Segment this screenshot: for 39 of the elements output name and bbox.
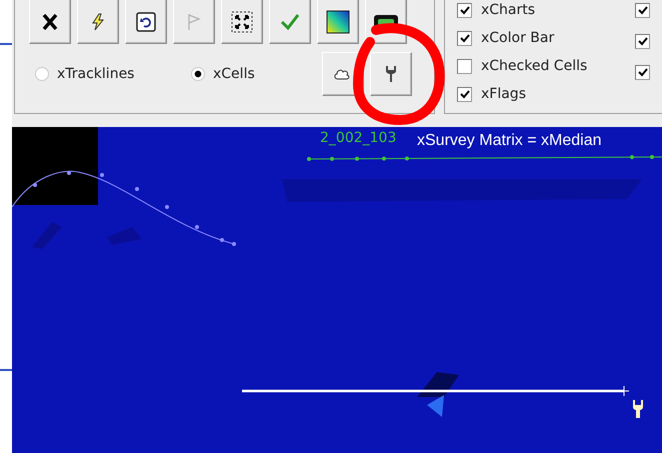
checkbox[interactable]	[635, 34, 650, 49]
checkbox[interactable]	[457, 2, 472, 18]
checkbox-label: xChecked Cells	[481, 58, 588, 74]
undo-icon	[135, 10, 157, 32]
layer-option[interactable]: xCharts	[457, 0, 588, 20]
undo-button[interactable]	[125, 0, 167, 44]
checkbox[interactable]	[457, 30, 472, 46]
checkbox-label: xCharts	[481, 2, 536, 18]
radio-label: xTracklines	[57, 66, 134, 82]
radio-button[interactable]	[191, 67, 205, 81]
radio-button[interactable]	[35, 67, 49, 81]
checkbox[interactable]	[635, 65, 650, 80]
cross-button[interactable]	[29, 0, 71, 44]
radio-option[interactable]: xTracklines	[35, 66, 185, 82]
checkbox-label: xColor Bar	[481, 30, 554, 46]
track-label: 2_002_103	[320, 130, 396, 147]
wrench-cursor-icon	[633, 400, 643, 418]
checkbox[interactable]	[457, 86, 472, 102]
wrench-button[interactable]	[370, 52, 412, 96]
layer-option[interactable]: xFlags	[457, 84, 588, 104]
wrench-icon	[383, 64, 399, 84]
gradient-icon	[326, 10, 350, 34]
fit-view-icon	[230, 10, 254, 34]
fit-button[interactable]	[221, 0, 263, 44]
x-mark-icon	[40, 12, 60, 32]
layer-option[interactable]: xColor Bar	[457, 28, 588, 48]
layer-option[interactable]: xChecked Cells	[457, 56, 588, 76]
gradient-button[interactable]	[317, 0, 359, 44]
shadow-patch	[107, 227, 142, 245]
radio-label: xCells	[213, 66, 255, 82]
checkbox[interactable]	[457, 58, 472, 74]
shadow-patch	[32, 222, 62, 249]
anomaly-drawing	[417, 372, 459, 417]
radio-option[interactable]: xCells	[191, 66, 255, 82]
check-button[interactable]	[269, 0, 311, 44]
checkbox-label: xFlags	[481, 86, 526, 102]
map-title: xSurvey Matrix = xMedian	[417, 131, 602, 150]
lightning-button[interactable]	[77, 0, 119, 44]
checkbox[interactable]	[635, 3, 650, 18]
